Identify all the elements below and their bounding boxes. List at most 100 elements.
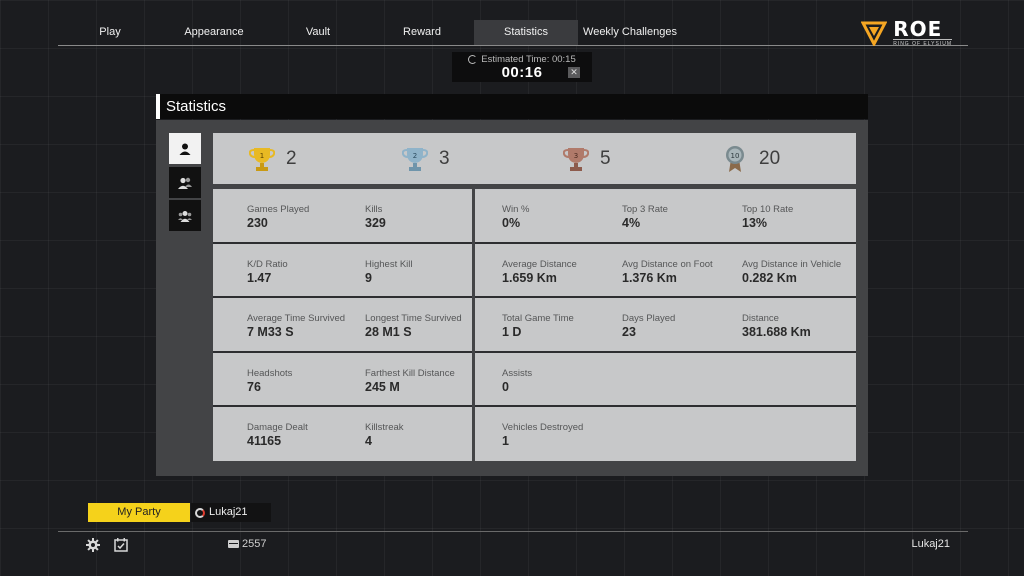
stat-row: Vehicles Destroyed 1 bbox=[475, 407, 856, 461]
currency-display: 2557 bbox=[228, 538, 266, 550]
footer-username: Lukaj21 bbox=[911, 538, 950, 550]
tab-reward[interactable]: Reward bbox=[370, 20, 474, 45]
tab-play[interactable]: Play bbox=[58, 20, 162, 45]
stat-killstreak: Killstreak 4 bbox=[365, 422, 404, 448]
stat-value: 1.376 Km bbox=[622, 270, 677, 285]
stat-value: 0 bbox=[502, 379, 509, 394]
stat-average-time-survived: Average Time Survived 7 M33 S bbox=[247, 313, 345, 339]
stat-value: 1.659 Km bbox=[502, 270, 557, 285]
bronze-trophy-count: 5 bbox=[600, 147, 611, 169]
stat-value: 0.282 Km bbox=[742, 270, 797, 285]
stat-value: 4% bbox=[622, 216, 641, 230]
bronze-rank-label: 3 bbox=[574, 152, 578, 160]
footer-divider bbox=[58, 531, 968, 532]
stat-label: Distance bbox=[742, 313, 779, 324]
stat-label: Longest Time Survived bbox=[365, 313, 462, 324]
stat-value: 28 M1 S bbox=[365, 325, 412, 339]
stat-row: Games Played 230 Kills 329 bbox=[213, 189, 472, 242]
stat-value: 4 bbox=[365, 434, 372, 448]
stat-assists: Assists 0 bbox=[502, 368, 532, 394]
calendar-check-icon[interactable] bbox=[114, 538, 128, 552]
stat-label: Damage Dealt bbox=[247, 422, 308, 433]
stat-top10-rate: Top 10 Rate 13% bbox=[742, 204, 793, 230]
stat-label: Total Game Time bbox=[502, 313, 574, 324]
stat-label: Average Distance bbox=[502, 258, 577, 270]
stat-row: Win % 0% Top 3 Rate 4% Top 10 Rate 13% bbox=[475, 189, 856, 242]
gold-trophy: 1 2 bbox=[249, 133, 297, 184]
stat-row: Average Distance 1.659 Km Avg Distance o… bbox=[475, 243, 856, 296]
stat-label: Top 10 Rate bbox=[742, 204, 794, 215]
tab-appearance[interactable]: Appearance bbox=[162, 20, 266, 45]
roe-logo-icon bbox=[861, 21, 888, 46]
top10-rank-label: 10 bbox=[731, 152, 740, 160]
stat-label: Avg Distance on Foot bbox=[622, 258, 713, 270]
stat-row: Damage Dealt 41165 Killstreak 4 bbox=[213, 407, 472, 461]
stat-label: Highest Kill bbox=[365, 258, 413, 270]
stat-value: 1 D bbox=[502, 325, 522, 339]
member-status-icon bbox=[195, 507, 205, 518]
duo-icon bbox=[178, 177, 192, 189]
stat-farthest-kill-distance: Farthest Kill Distance 245 M bbox=[365, 368, 455, 394]
top10-medal-icon: 10 bbox=[726, 145, 744, 172]
tab-statistics[interactable]: Statistics bbox=[474, 20, 578, 45]
mode-tab-duo[interactable] bbox=[169, 167, 201, 198]
stat-label: Vehicles Destroyed bbox=[502, 422, 584, 433]
stat-value: 7 M33 S bbox=[247, 325, 294, 339]
gear-icon[interactable] bbox=[86, 538, 100, 552]
stat-label: Assists bbox=[502, 367, 533, 379]
stat-value: 1 bbox=[502, 434, 509, 448]
stat-distance-in-vehicle: Avg Distance in Vehicle 0.282 Km bbox=[742, 259, 841, 285]
stat-row: Average Time Survived 7 M33 S Longest Ti… bbox=[213, 298, 472, 351]
stat-longest-time-survived: Longest Time Survived 28 M1 S bbox=[365, 313, 462, 339]
stat-total-game-time: Total Game Time 1 D bbox=[502, 313, 574, 339]
stat-label: Games Played bbox=[247, 204, 310, 215]
my-party-button[interactable]: My Party bbox=[88, 503, 190, 522]
bronze-trophy-icon: 3 bbox=[563, 147, 589, 171]
stat-value: 329 bbox=[365, 216, 386, 230]
logo-subtitle: RING OF ELYSIUM bbox=[893, 39, 952, 47]
stat-win-percent: Win % 0% bbox=[502, 204, 529, 230]
mode-tab-solo[interactable] bbox=[169, 133, 201, 164]
top10-medal: 10 20 bbox=[722, 133, 780, 184]
silver-trophy-count: 3 bbox=[439, 147, 450, 169]
stat-label: Farthest Kill Distance bbox=[365, 367, 455, 379]
top10-medal-count: 20 bbox=[759, 147, 781, 169]
stat-value: 41165 bbox=[247, 434, 282, 448]
stat-distance: Distance 381.688 Km bbox=[742, 313, 811, 339]
combat-stats: Games Played 230 Kills 329 K/D Ratio 1.4… bbox=[213, 189, 472, 461]
gold-rank-label: 1 bbox=[260, 152, 264, 160]
gold-trophy-icon: 1 bbox=[249, 147, 275, 171]
stat-value: 23 bbox=[622, 325, 636, 339]
statistics-panel: 1 2 2 3 3 5 10 20 Games Played 230 Kills… bbox=[156, 120, 868, 476]
stat-value: 0% bbox=[502, 216, 521, 230]
stat-kills: Kills 329 bbox=[365, 204, 386, 230]
matchmaking-timer: Estimated Time: 00:15 00:16 ✕ bbox=[452, 52, 592, 82]
stat-value: 13% bbox=[742, 216, 768, 230]
cancel-queue-button[interactable]: ✕ bbox=[568, 67, 580, 78]
silver-trophy-icon: 2 bbox=[402, 147, 428, 171]
currency-amount: 2557 bbox=[242, 538, 267, 550]
silver-rank-label: 2 bbox=[413, 152, 417, 160]
tab-weekly-challenges[interactable]: Weekly Challenges bbox=[578, 20, 682, 45]
stat-label: Kills bbox=[365, 204, 383, 215]
stat-kd-ratio: K/D Ratio 1.47 bbox=[247, 259, 288, 285]
stat-label: Win % bbox=[502, 204, 530, 215]
stat-value: 245 M bbox=[365, 379, 400, 394]
stat-label: Avg Distance in Vehicle bbox=[742, 258, 842, 270]
stat-distance-on-foot: Avg Distance on Foot 1.376 Km bbox=[622, 259, 713, 285]
panel-header: Statistics bbox=[156, 94, 868, 119]
tab-vault[interactable]: Vault bbox=[266, 20, 370, 45]
logo-title: ROE bbox=[893, 17, 943, 41]
stat-label: Top 3 Rate bbox=[622, 204, 668, 215]
party-member-name: Lukaj21 bbox=[209, 506, 248, 518]
party-member[interactable]: Lukaj21 bbox=[191, 503, 271, 522]
stat-top3-rate: Top 3 Rate 4% bbox=[622, 204, 668, 230]
stat-label: Days Played bbox=[622, 313, 676, 324]
stat-label: Average Time Survived bbox=[247, 313, 346, 324]
solo-icon bbox=[179, 143, 191, 155]
silver-trophy: 2 3 bbox=[402, 133, 450, 184]
game-logo: ROE RING OF ELYSIUM bbox=[861, 18, 952, 48]
stat-value: 1.47 bbox=[247, 270, 272, 285]
stat-label: Killstreak bbox=[365, 422, 404, 433]
mode-tab-squad[interactable] bbox=[169, 200, 201, 231]
